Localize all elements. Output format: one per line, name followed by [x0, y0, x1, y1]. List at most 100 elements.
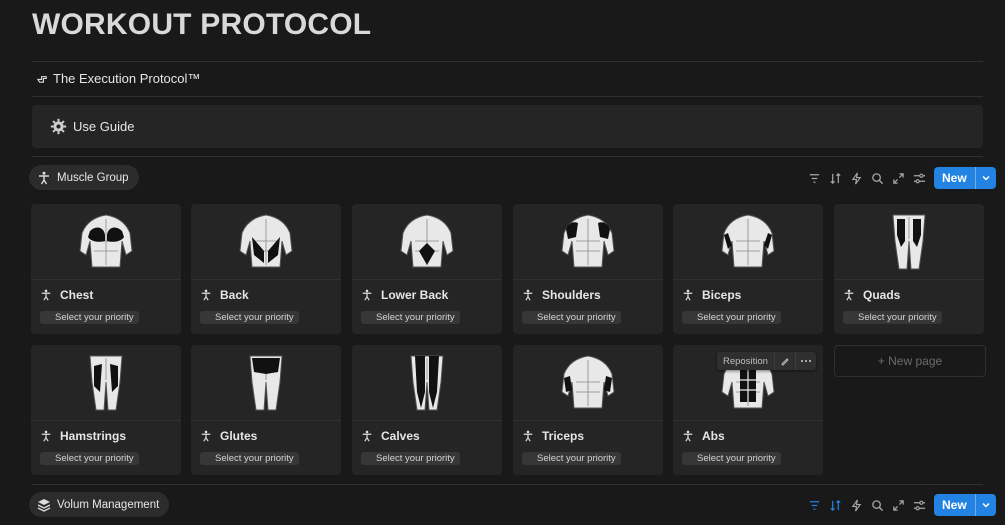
priority-select[interactable]: Select your priority: [200, 311, 299, 324]
priority-select[interactable]: Select your priority: [522, 452, 621, 465]
muscle-diagram-icon: [410, 355, 444, 410]
execution-protocol-label: The Execution Protocol™: [53, 71, 201, 86]
person-icon: [362, 430, 372, 442]
priority-select[interactable]: Select your priority: [361, 452, 460, 465]
chevron-down-icon[interactable]: [974, 167, 996, 189]
card-title: Back: [200, 288, 249, 302]
gallery-card[interactable]: Triceps Select your priority: [513, 345, 663, 475]
card-title: Quads: [843, 288, 900, 302]
divider: [32, 96, 983, 97]
card-title: Abs: [682, 429, 725, 443]
sort-icon[interactable]: [827, 497, 843, 513]
person-icon: [844, 289, 854, 301]
card-cover-image: [31, 204, 181, 280]
new-button[interactable]: New: [934, 494, 996, 516]
person-icon: [683, 289, 693, 301]
search-icon[interactable]: [869, 170, 885, 186]
muscle-diagram-icon: [561, 213, 615, 267]
muscle-diagram-icon: [239, 213, 293, 267]
person-icon: [41, 430, 51, 442]
sort-icon[interactable]: [827, 170, 843, 186]
new-page-button[interactable]: + New page: [834, 345, 986, 377]
gallery-card[interactable]: Lower Back Select your priority: [352, 204, 502, 334]
gallery-card[interactable]: Hamstrings Select your priority: [31, 345, 181, 475]
priority-select[interactable]: Select your priority: [682, 452, 781, 465]
search-icon[interactable]: [869, 497, 885, 513]
card-cover-image: [191, 204, 341, 280]
new-button-label: New: [942, 171, 967, 185]
layers-icon: [37, 498, 51, 512]
view-tab-volum-management[interactable]: Volum Management: [29, 492, 170, 517]
use-guide-callout[interactable]: Use Guide: [32, 105, 983, 148]
view-tab-label: Volum Management: [57, 498, 160, 511]
muscle-diagram-icon: [892, 214, 926, 269]
card-cover-image: [513, 204, 663, 280]
person-icon: [683, 430, 693, 442]
card-name: Triceps: [542, 429, 585, 443]
expand-icon[interactable]: [890, 497, 906, 513]
filter-icon[interactable]: [806, 497, 822, 513]
gallery-card[interactable]: Biceps Select your priority: [673, 204, 823, 334]
priority-select[interactable]: Select your priority: [361, 311, 460, 324]
card-cover-image: [352, 204, 502, 280]
reposition-button[interactable]: Reposition: [717, 352, 775, 370]
lightning-icon[interactable]: [848, 497, 864, 513]
card-name: Shoulders: [542, 288, 601, 302]
card-name: Chest: [60, 288, 94, 302]
muscle-diagram-icon: [79, 213, 133, 267]
new-button[interactable]: New: [934, 167, 996, 189]
card-cover-image: [191, 345, 341, 421]
gallery-card[interactable]: Chest Select your priority: [31, 204, 181, 334]
view-tab-muscle-group[interactable]: Muscle Group: [29, 165, 139, 190]
gear-icon: [50, 118, 67, 135]
new-button-label: New: [942, 498, 967, 512]
gallery-card[interactable]: Quads Select your priority: [834, 204, 984, 334]
more-options-icon[interactable]: [796, 352, 816, 370]
gallery-card[interactable]: Calves Select your priority: [352, 345, 502, 475]
gallery-card[interactable]: Abs Select your priority Reposition: [673, 345, 823, 475]
filter-icon[interactable]: [806, 170, 822, 186]
page-title: WORKOUT PROTOCOL: [32, 8, 372, 41]
person-icon: [523, 430, 533, 442]
card-name: Glutes: [220, 429, 258, 443]
person-icon: [201, 430, 211, 442]
gallery-card[interactable]: Shoulders Select your priority: [513, 204, 663, 334]
view-tab-label: Muscle Group: [57, 171, 129, 184]
person-icon: [41, 289, 51, 301]
execution-protocol-link[interactable]: The Execution Protocol™: [36, 71, 200, 86]
card-title: Calves: [361, 429, 420, 443]
card-name: Quads: [863, 288, 901, 302]
card-name: Calves: [381, 429, 420, 443]
muscle-diagram-icon: [400, 213, 454, 267]
priority-select[interactable]: Select your priority: [40, 311, 139, 324]
priority-select[interactable]: Select your priority: [522, 311, 621, 324]
card-name: Lower Back: [381, 288, 449, 302]
muscle-diagram-icon: [249, 355, 283, 410]
gallery-card[interactable]: Back Select your priority: [191, 204, 341, 334]
chevron-down-icon[interactable]: [974, 494, 996, 516]
settings-sliders-icon[interactable]: [911, 170, 927, 186]
card-name: Abs: [702, 429, 725, 443]
edit-pencil-icon[interactable]: [775, 352, 796, 370]
priority-select[interactable]: Select your priority: [40, 452, 139, 465]
card-title: Chest: [40, 288, 93, 302]
priority-select[interactable]: Select your priority: [200, 452, 299, 465]
lightning-icon[interactable]: [848, 170, 864, 186]
divider: [32, 61, 983, 62]
gallery-card[interactable]: Glutes Select your priority: [191, 345, 341, 475]
person-icon: [39, 171, 49, 184]
settings-sliders-icon[interactable]: [911, 497, 927, 513]
person-icon: [362, 289, 372, 301]
muscle-diagram-icon: [721, 213, 775, 267]
card-title: Biceps: [682, 288, 741, 302]
card-title: Lower Back: [361, 288, 448, 302]
person-icon: [523, 289, 533, 301]
card-name: Biceps: [702, 288, 742, 302]
card-title: Triceps: [522, 429, 584, 443]
expand-icon[interactable]: [890, 170, 906, 186]
card-name: Back: [220, 288, 249, 302]
priority-select[interactable]: Select your priority: [682, 311, 781, 324]
card-cover-image: [834, 204, 984, 280]
card-title: Glutes: [200, 429, 257, 443]
priority-select[interactable]: Select your priority: [843, 311, 942, 324]
